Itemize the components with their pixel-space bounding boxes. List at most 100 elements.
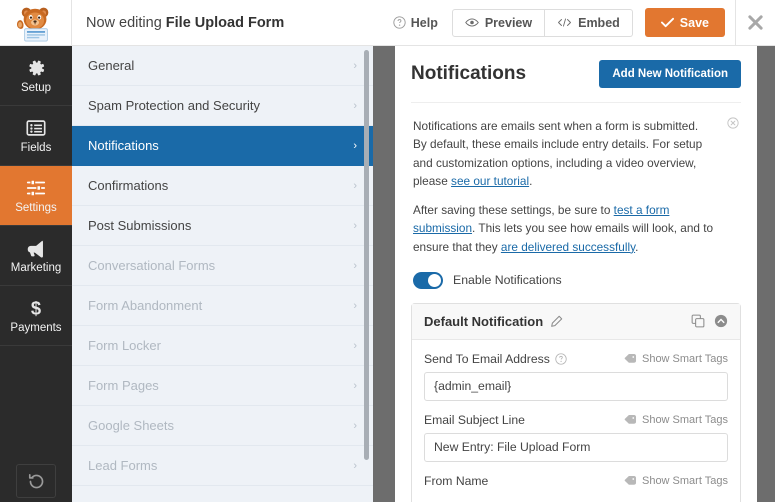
notification-card-actions xyxy=(691,314,728,328)
sidebar-item-label: Fields xyxy=(20,142,52,154)
field-header: From Name Show Smart Tags xyxy=(424,474,728,488)
notifications-panel: Notifications Add New Notification Notif… xyxy=(395,46,757,502)
notification-card-header: Default Notification xyxy=(412,303,740,340)
settings-menu-item-spam-protection-and-security[interactable]: Spam Protection and Security › xyxy=(72,86,373,126)
enable-notifications-toggle[interactable] xyxy=(413,271,443,289)
close-icon xyxy=(748,15,763,30)
page-scrollbar[interactable] xyxy=(757,46,775,502)
enable-notifications-label: Enable Notifications xyxy=(453,273,562,288)
chevron-right-icon: › xyxy=(353,419,357,432)
wpforms-form-builder: Now editing File Upload Form Help Previe… xyxy=(0,0,775,502)
tag-icon xyxy=(624,354,637,364)
show-smart-tags-toggle[interactable]: Show Smart Tags xyxy=(624,353,728,365)
settings-menu-item-form-pages[interactable]: Form Pages › xyxy=(72,366,373,406)
chevron-right-icon: › xyxy=(353,59,357,72)
settings-menu-item-general[interactable]: General › xyxy=(72,46,373,86)
page-title: Now editing File Upload Form xyxy=(72,15,379,31)
info-text-1b: . xyxy=(529,173,533,188)
chevron-right-icon: › xyxy=(353,299,357,312)
settings-menu-scrollbar[interactable] xyxy=(364,50,369,460)
info-text-2c: . xyxy=(635,239,639,254)
menu-item-label: Google Sheets xyxy=(88,418,175,433)
sidebar-item-label: Marketing xyxy=(10,262,62,274)
settings-menu-item-google-sheets[interactable]: Google Sheets › xyxy=(72,406,373,446)
see-our-tutorial-link[interactable]: see our tutorial xyxy=(451,174,529,188)
chevron-right-icon: › xyxy=(353,179,357,192)
preview-label: Preview xyxy=(484,15,533,30)
settings-menu-item-post-submissions[interactable]: Post Submissions › xyxy=(72,206,373,246)
are-delivered-successfully-link[interactable]: are delivered successfully xyxy=(501,240,635,254)
field-label: Email Subject Line xyxy=(424,412,525,427)
menu-item-label: Conversational Forms xyxy=(88,258,216,273)
chevron-right-icon: › xyxy=(353,339,357,352)
settings-menu-item-confirmations[interactable]: Confirmations › xyxy=(72,166,373,206)
sidebar-item-settings[interactable]: Settings xyxy=(0,166,72,226)
dismiss-icon[interactable] xyxy=(727,117,739,129)
settings-menu-panel: General › Spam Protection and Security ›… xyxy=(72,46,373,502)
settings-menu-item-form-abandonment[interactable]: Form Abandonment › xyxy=(72,286,373,326)
panel-divider-scrollbar[interactable] xyxy=(373,46,395,502)
menu-item-label: Lead Forms xyxy=(88,458,158,473)
revert-history-button[interactable] xyxy=(16,464,56,498)
show-smart-tags-label: Show Smart Tags xyxy=(641,413,728,426)
list-icon xyxy=(26,120,46,136)
check-icon xyxy=(660,17,674,28)
help-label: Help xyxy=(410,15,438,30)
preview-button[interactable]: Preview xyxy=(451,8,546,37)
editing-prefix: Now editing xyxy=(86,14,162,31)
sliders-icon xyxy=(26,179,46,197)
tag-icon xyxy=(624,476,637,486)
svg-text:$: $ xyxy=(31,297,41,318)
settings-menu-item-lead-forms[interactable]: Lead Forms › xyxy=(72,446,373,486)
form-name: File Upload Form xyxy=(165,14,285,31)
chevron-right-icon: › xyxy=(353,99,357,112)
chevron-right-icon: › xyxy=(353,459,357,472)
settings-menu-item-notifications[interactable]: Notifications › xyxy=(72,126,373,166)
field-label: Send To Email Address xyxy=(424,351,550,366)
question-circle-icon xyxy=(393,16,406,29)
show-smart-tags-toggle[interactable]: Show Smart Tags xyxy=(624,475,728,487)
question-circle-icon[interactable] xyxy=(555,353,567,365)
email-subject-line-input[interactable] xyxy=(424,432,728,462)
field-label: From Name xyxy=(424,473,489,488)
menu-item-label: Notifications xyxy=(88,138,159,153)
revert-history-icon xyxy=(28,473,43,488)
megaphone-icon xyxy=(27,240,44,258)
sidebar-item-fields[interactable]: Fields xyxy=(0,106,72,166)
sidebar-item-payments[interactable]: $ Payments xyxy=(0,286,72,346)
notifications-info-notice: Notifications are emails sent when a for… xyxy=(411,103,741,268)
show-smart-tags-toggle[interactable]: Show Smart Tags xyxy=(624,414,728,426)
menu-item-label: General xyxy=(88,58,135,73)
help-button[interactable]: Help xyxy=(379,16,452,30)
menu-item-label: Post Submissions xyxy=(88,218,192,233)
send-to-email-address-input[interactable] xyxy=(424,371,728,401)
add-new-notification-button[interactable]: Add New Notification xyxy=(599,60,741,88)
menu-item-label: Form Pages xyxy=(88,378,159,393)
sidebar-item-label: Payments xyxy=(10,322,62,334)
chevron-right-icon: › xyxy=(353,139,357,152)
wpforms-bear-logo-icon xyxy=(16,7,49,41)
menu-item-label: Form Locker xyxy=(88,338,161,353)
sidebar-item-label: Setup xyxy=(20,82,52,94)
code-icon xyxy=(558,18,572,27)
tag-icon xyxy=(624,415,637,425)
settings-menu-item-conversational-forms[interactable]: Conversational Forms › xyxy=(72,246,373,286)
chevron-right-icon: › xyxy=(353,259,357,272)
embed-button[interactable]: Embed xyxy=(545,8,633,37)
eye-icon xyxy=(465,18,479,27)
sidebar-item-setup[interactable]: Setup xyxy=(0,46,72,106)
close-builder-button[interactable] xyxy=(735,0,775,46)
gear-icon xyxy=(29,60,45,76)
info-paragraph-2: After saving these settings, be sure to … xyxy=(413,201,715,256)
settings-menu-item-form-locker[interactable]: Form Locker › xyxy=(72,326,373,366)
sidebar-item-marketing[interactable]: Marketing xyxy=(0,226,72,286)
chevron-up-circle-icon[interactable] xyxy=(714,314,728,328)
field-header: Send To Email Address Show Smart Tags xyxy=(424,352,728,366)
save-button[interactable]: Save xyxy=(644,8,725,37)
field-label-group: From Name xyxy=(424,474,488,488)
duplicate-icon[interactable] xyxy=(691,314,705,328)
dollar-icon: $ xyxy=(31,297,41,318)
notification-card-title-group: Default Notification xyxy=(424,314,563,329)
pencil-icon[interactable] xyxy=(550,315,563,328)
sidebar-item-label: Settings xyxy=(15,202,57,214)
